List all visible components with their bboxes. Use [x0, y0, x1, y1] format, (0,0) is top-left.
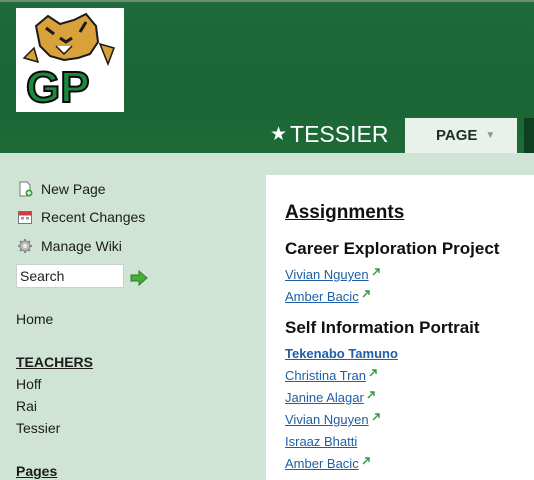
external-link-icon: [372, 413, 380, 421]
external-link-icon: [369, 369, 377, 377]
file-link-label: Vivian Nguyen: [285, 267, 369, 282]
site-header: GP ★ TESSIER PAGE ▼: [0, 0, 534, 153]
file-link[interactable]: Tekenabo Tamuno: [285, 346, 398, 361]
sidebar-item-hoff[interactable]: Hoff: [16, 376, 41, 392]
site-title[interactable]: ★ TESSIER: [270, 120, 388, 148]
file-link-label: Israaz Bhatti: [285, 434, 358, 449]
file-link-label: Christina Tran: [285, 368, 366, 383]
chevron-down-icon: ▼: [485, 130, 496, 141]
file-link[interactable]: Israaz Bhatti: [285, 434, 357, 449]
header-top-line: [0, 0, 534, 2]
file-link[interactable]: Amber Bacic: [285, 456, 371, 471]
file-link-label: Tekenabo Tamuno: [285, 346, 398, 361]
site-logo[interactable]: GP: [16, 8, 124, 112]
external-link-icon: [362, 290, 370, 298]
sidebar-item-home[interactable]: Home: [16, 311, 53, 327]
tab-next[interactable]: [524, 118, 534, 153]
recent-changes-label: Recent Changes: [41, 209, 146, 225]
file-link[interactable]: Christina Tran: [285, 368, 378, 383]
file-link-label: Amber Bacic: [285, 456, 359, 471]
calendar-icon: [16, 208, 34, 226]
pages-heading[interactable]: Pages: [16, 463, 57, 479]
external-link-icon: [372, 268, 380, 276]
search-input[interactable]: [16, 264, 124, 288]
recent-changes-link[interactable]: Recent Changes: [16, 208, 145, 226]
site-title-text: TESSIER: [290, 120, 389, 147]
external-link-icon: [367, 391, 375, 399]
tiger-logo-icon: GP: [22, 12, 115, 112]
sidebar-item-rai[interactable]: Rai: [16, 398, 37, 414]
file-link[interactable]: Janine Alagar: [285, 390, 376, 405]
section-heading-self-portrait: Self Information Portrait: [285, 318, 480, 337]
tab-page[interactable]: PAGE ▼: [405, 118, 517, 153]
gear-icon: [16, 237, 34, 255]
file-link[interactable]: Vivian Nguyen: [285, 412, 381, 427]
new-page-label: New Page: [41, 181, 106, 197]
manage-wiki-label: Manage Wiki: [41, 238, 122, 254]
sidebar-item-tessier[interactable]: Tessier: [16, 420, 60, 436]
file-link-label: Janine Alagar: [285, 390, 364, 405]
file-link[interactable]: Vivian Nguyen: [285, 267, 381, 282]
file-link-label: Amber Bacic: [285, 289, 359, 304]
manage-wiki-link[interactable]: Manage Wiki: [16, 237, 122, 255]
external-link-icon: [362, 457, 370, 465]
new-page-link[interactable]: New Page: [16, 180, 106, 198]
teachers-heading[interactable]: TEACHERS: [16, 354, 93, 370]
star-icon[interactable]: ★: [270, 123, 287, 146]
new-page-icon: [16, 180, 34, 198]
file-link[interactable]: Amber Bacic: [285, 289, 371, 304]
search-go-icon[interactable]: [130, 269, 148, 287]
section-heading-career: Career Exploration Project: [285, 239, 500, 258]
tab-page-label: PAGE: [436, 127, 478, 144]
file-link-label: Vivian Nguyen: [285, 412, 369, 427]
svg-text:GP: GP: [26, 63, 90, 112]
page-title: Assignments: [285, 202, 405, 223]
